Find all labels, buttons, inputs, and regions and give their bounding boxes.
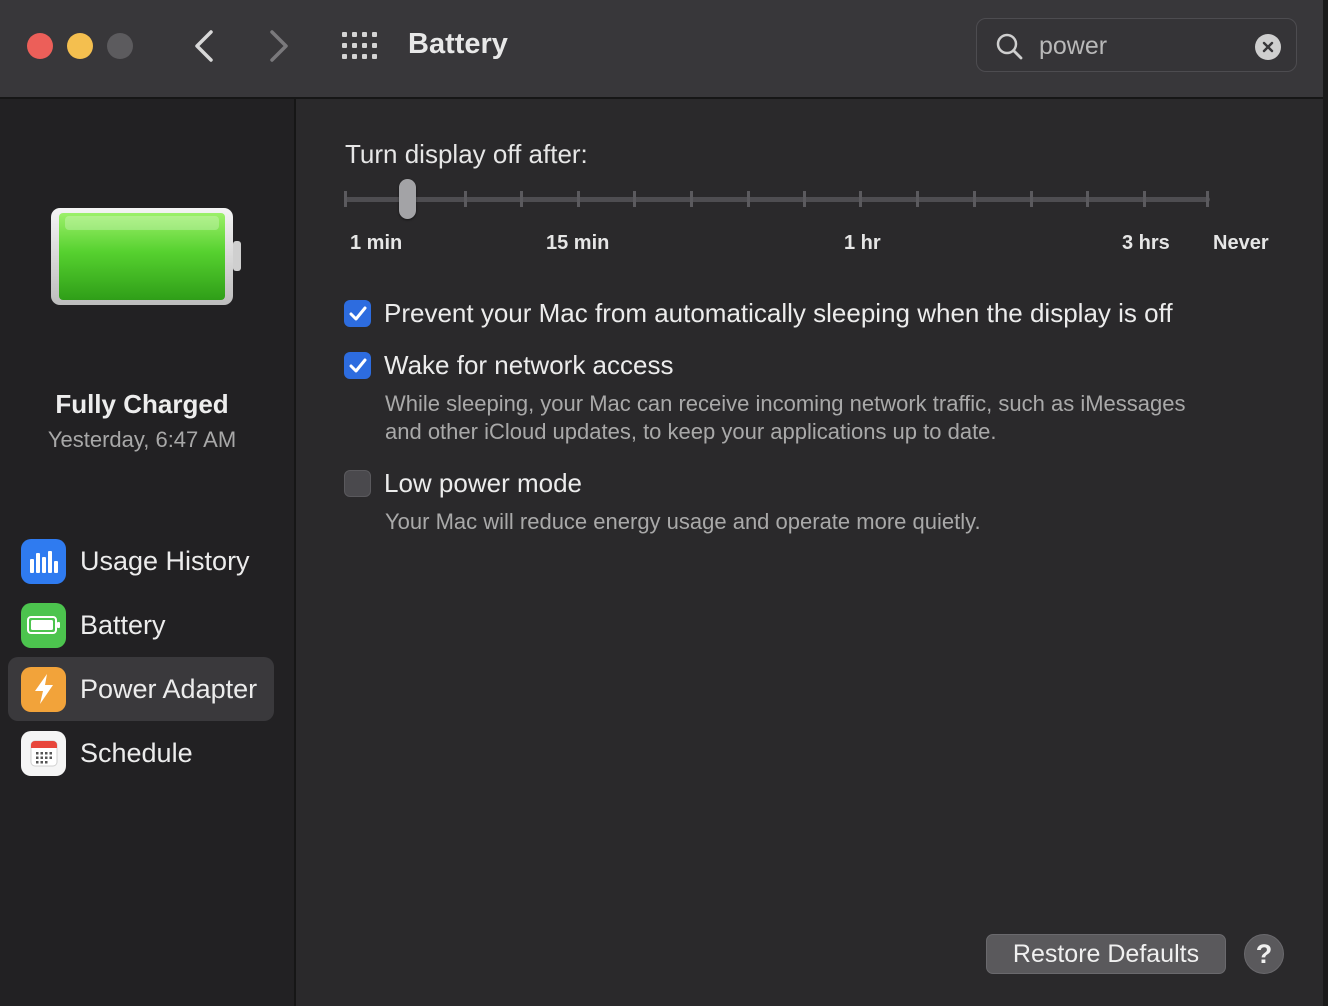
tick-label-1-hr: 1 hr <box>844 232 881 254</box>
clear-search-button[interactable] <box>1255 34 1281 60</box>
wake-network-option[interactable]: Wake for network access <box>344 350 673 381</box>
minimize-window-button[interactable] <box>67 33 93 59</box>
low-power-checkbox[interactable] <box>344 470 371 497</box>
display-off-slider[interactable] <box>344 179 1210 219</box>
close-window-button[interactable] <box>27 33 53 59</box>
slider-tick <box>916 191 919 207</box>
wake-network-checkbox[interactable] <box>344 352 371 379</box>
tick-label-1-min: 1 min <box>350 232 403 254</box>
slider-tick <box>344 191 347 207</box>
tick-label-3-hrs: 3 hrs <box>1122 232 1170 254</box>
sidebar: Fully Charged Yesterday, 6:47 AM Usage H… <box>0 99 296 1006</box>
slider-track <box>344 197 1210 202</box>
tick-label-never: Never <box>1213 232 1269 254</box>
slider-tick <box>1086 191 1089 207</box>
description-line: While sleeping, your Mac can receive inc… <box>385 391 1186 416</box>
checkmark-icon <box>349 358 366 372</box>
chevron-left-icon <box>195 30 213 62</box>
wake-network-description: While sleeping, your Mac can receive inc… <box>385 390 1186 446</box>
low-power-description: Your Mac will reduce energy usage and op… <box>385 509 981 534</box>
low-power-option[interactable]: Low power mode <box>344 468 582 499</box>
bar-chart-icon <box>21 538 66 584</box>
slider-tick <box>464 191 467 207</box>
slider-tick <box>1143 191 1146 207</box>
calendar-icon <box>21 730 66 776</box>
toolbar: Battery <box>0 0 1323 99</box>
slider-tick <box>859 191 862 207</box>
slider-tick <box>1206 191 1209 207</box>
checkmark-icon <box>349 306 366 320</box>
battery-icon <box>21 602 66 648</box>
lightning-bolt-icon <box>21 666 66 712</box>
display-off-label: Turn display off after: <box>345 139 588 169</box>
preferences-window: Battery power Fully Charged Yesterday, 6… <box>0 0 1323 1006</box>
slider-tick <box>803 191 806 207</box>
slider-tick <box>577 191 580 207</box>
back-button[interactable] <box>186 26 222 66</box>
battery-status-icon <box>51 208 241 305</box>
sidebar-item-label: Schedule <box>80 737 193 768</box>
sidebar-item-power-adapter[interactable]: Power Adapter <box>8 657 274 721</box>
slider-tick <box>747 191 750 207</box>
slider-knob[interactable] <box>399 179 416 219</box>
sidebar-item-label: Usage History <box>80 545 250 576</box>
slider-tick <box>633 191 636 207</box>
sidebar-item-label: Battery <box>80 609 166 640</box>
zoom-window-button[interactable] <box>107 33 133 59</box>
window-edge <box>1323 0 1328 1006</box>
prevent-sleep-checkbox[interactable] <box>344 300 371 327</box>
close-icon <box>1262 41 1274 53</box>
search-icon <box>996 33 1023 60</box>
forward-button[interactable] <box>261 26 297 66</box>
help-button[interactable]: ? <box>1244 934 1284 974</box>
sidebar-item-schedule[interactable]: Schedule <box>8 721 274 785</box>
prevent-sleep-label: Prevent your Mac from automatically slee… <box>384 298 1173 328</box>
prevent-sleep-option[interactable]: Prevent your Mac from automatically slee… <box>344 298 1173 329</box>
wake-network-label: Wake for network access <box>384 350 674 380</box>
chevron-right-icon <box>270 30 288 62</box>
search-input[interactable] <box>1037 27 1241 65</box>
search-field[interactable] <box>976 18 1297 72</box>
tick-label-15-min: 15 min <box>546 232 610 254</box>
sidebar-item-label: Power Adapter <box>80 673 258 704</box>
slider-tick <box>973 191 976 207</box>
main-pane: Turn display off after: 1 min 15 min 1 h… <box>296 99 1323 1006</box>
description-line: and other iCloud updates, to keep your a… <box>385 419 997 444</box>
slider-tick <box>520 191 523 207</box>
window-title: Battery <box>408 28 508 60</box>
show-all-button[interactable] <box>340 30 380 62</box>
battery-status-subtitle: Yesterday, 6:47 AM <box>47 427 237 452</box>
slider-tick <box>1030 191 1033 207</box>
sidebar-item-battery[interactable]: Battery <box>8 593 274 657</box>
slider-tick <box>690 191 693 207</box>
grid-icon <box>342 32 377 59</box>
sidebar-item-usage-history[interactable]: Usage History <box>8 529 274 593</box>
battery-status-title: Fully Charged <box>55 389 229 419</box>
restore-defaults-button[interactable]: Restore Defaults <box>986 934 1226 974</box>
low-power-label: Low power mode <box>384 468 582 498</box>
